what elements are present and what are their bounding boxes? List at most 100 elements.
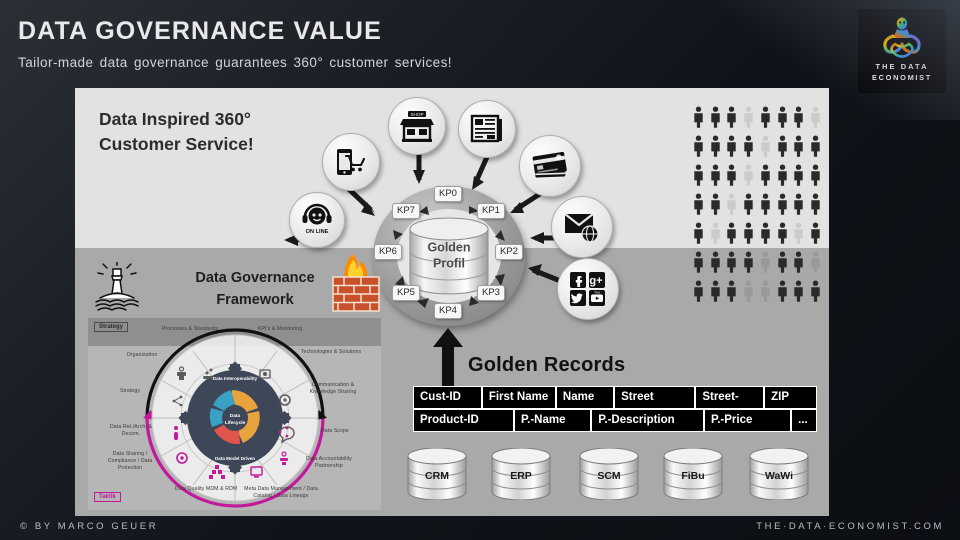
table-cell: ... [792, 410, 816, 431]
person-icon [757, 218, 774, 247]
kp-label-4[interactable]: KP4 [434, 303, 462, 319]
wheel-label-2: Organization [126, 352, 158, 358]
mobile-shopping-icon[interactable] [322, 133, 380, 191]
person-icon [740, 103, 757, 132]
person-icon [757, 190, 774, 219]
catalog-news-icon[interactable] [458, 100, 516, 158]
source-systems: CRM ERP SCM FiBu WaWi [406, 448, 822, 504]
table-cell: Cust-ID [414, 387, 481, 408]
source-database-label: ERP [510, 470, 532, 482]
logo-line-1: THE DATA [875, 62, 929, 71]
person-icon [791, 218, 808, 247]
wheel-label-5: Communication & Knowledge Sharing [309, 382, 357, 396]
infinity-figure-icon [883, 17, 921, 58]
table-row: Product-ID P.-Name P.-Description P.-Price.… [414, 410, 816, 431]
footer-copyright: © BY MARCO GEUER [20, 521, 159, 532]
person-icon [757, 103, 774, 132]
wheel-label-10: Data Quality MDM & RDM [174, 486, 238, 492]
person-icon [791, 161, 808, 190]
lighthouse-icon [95, 262, 139, 311]
person-icon [791, 190, 808, 219]
person-icon [757, 247, 774, 276]
person-icon [807, 218, 824, 247]
person-icon [791, 247, 808, 276]
table-row: Cust-ID First Name Name Street Street- ZIP [414, 387, 817, 408]
slide-background: DATA GOVERNANCE VALUE Tailor-made data g… [0, 0, 960, 540]
person-icon [724, 161, 741, 190]
logo-line-2: ECONOMIST [871, 73, 933, 82]
person-icon [807, 132, 824, 161]
person-icon [757, 132, 774, 161]
person-icon [774, 132, 791, 161]
email-globe-icon[interactable] [551, 196, 613, 258]
person-icon [807, 247, 824, 276]
person-icon [791, 276, 808, 305]
person-icon [707, 161, 724, 190]
panel-heading-line-1: Data Inspired 360° [99, 109, 251, 129]
person-icon [690, 161, 707, 190]
source-database[interactable]: WaWi [748, 448, 810, 500]
person-icon [774, 161, 791, 190]
person-icon [774, 103, 791, 132]
source-database[interactable]: CRM [406, 448, 468, 500]
person-icon [690, 276, 707, 305]
kp-label-5[interactable]: KP5 [392, 285, 420, 301]
table-cell: ZIP [765, 387, 817, 408]
source-database[interactable]: FiBu [662, 448, 724, 500]
person-icon [724, 132, 741, 161]
social-media-icon[interactable]: g+ You [557, 258, 619, 320]
source-database[interactable]: ERP [490, 448, 552, 500]
person-icon [774, 190, 791, 219]
table-cell: Street [615, 387, 695, 408]
customer-crowd [690, 103, 824, 305]
person-icon [724, 190, 741, 219]
table-cell: P.-Name [514, 410, 591, 431]
brand-logo: THE DATA ECONOMIST [858, 9, 946, 93]
table-cell: Product-ID [414, 410, 513, 431]
person-icon [724, 103, 741, 132]
kp-label-7[interactable]: KP7 [392, 203, 420, 219]
upward-flow-arrow [433, 328, 463, 390]
kp-label-1[interactable]: KP1 [477, 203, 505, 219]
store-shop-icon[interactable]: SHOP [388, 97, 446, 155]
person-icon [774, 247, 791, 276]
person-icon [724, 247, 741, 276]
person-icon [740, 190, 757, 219]
person-icon [807, 190, 824, 219]
kp-label-2[interactable]: KP2 [495, 244, 523, 260]
person-icon [740, 132, 757, 161]
svg-text:ON LINE: ON LINE [306, 229, 329, 235]
source-database-label: WaWi [764, 470, 794, 482]
framework-title-line-1: Data Governance [195, 270, 315, 286]
person-icon [690, 190, 707, 219]
svg-text:You: You [594, 291, 600, 295]
person-icon [774, 218, 791, 247]
table-cell: P.-Description [592, 410, 704, 431]
person-icon [791, 103, 808, 132]
person-icon [791, 132, 808, 161]
svg-text:g+: g+ [589, 275, 602, 287]
person-icon [707, 132, 724, 161]
source-database-label: SCM [597, 470, 621, 482]
person-icon [807, 161, 824, 190]
page-subtitle: Tailor-made data governance guarantees 3… [18, 54, 453, 70]
credit-card-icon[interactable] [519, 135, 581, 197]
framework-title: Data Governance Framework [160, 268, 350, 312]
wheel-label-11: Meta Data Management / Data Catalog / Da… [244, 486, 318, 500]
hub-center-text-1: Data [230, 413, 241, 419]
wheel-label-8: Data Sharing / Compliance / Data Protect… [107, 451, 153, 472]
online-support-icon[interactable]: ON LINE [289, 192, 345, 248]
table-cell: Street- [696, 387, 764, 408]
framework-wheel: Strategy Taktik Data Interoperability Da… [88, 318, 381, 510]
hub-bottom-text: Data Model Driven [215, 456, 255, 461]
person-icon [740, 247, 757, 276]
person-icon [707, 276, 724, 305]
wheel-label-7: Data Scope [320, 428, 350, 434]
person-icon [707, 103, 724, 132]
wheel-label-4: Strategy [119, 388, 141, 394]
wheel-label-9: Data Accountability Partnership [305, 456, 353, 470]
firewall-icon [332, 254, 380, 312]
source-database[interactable]: SCM [578, 448, 640, 500]
kp-label-3[interactable]: KP3 [477, 285, 505, 301]
kp-label-0[interactable]: KP0 [434, 186, 462, 202]
